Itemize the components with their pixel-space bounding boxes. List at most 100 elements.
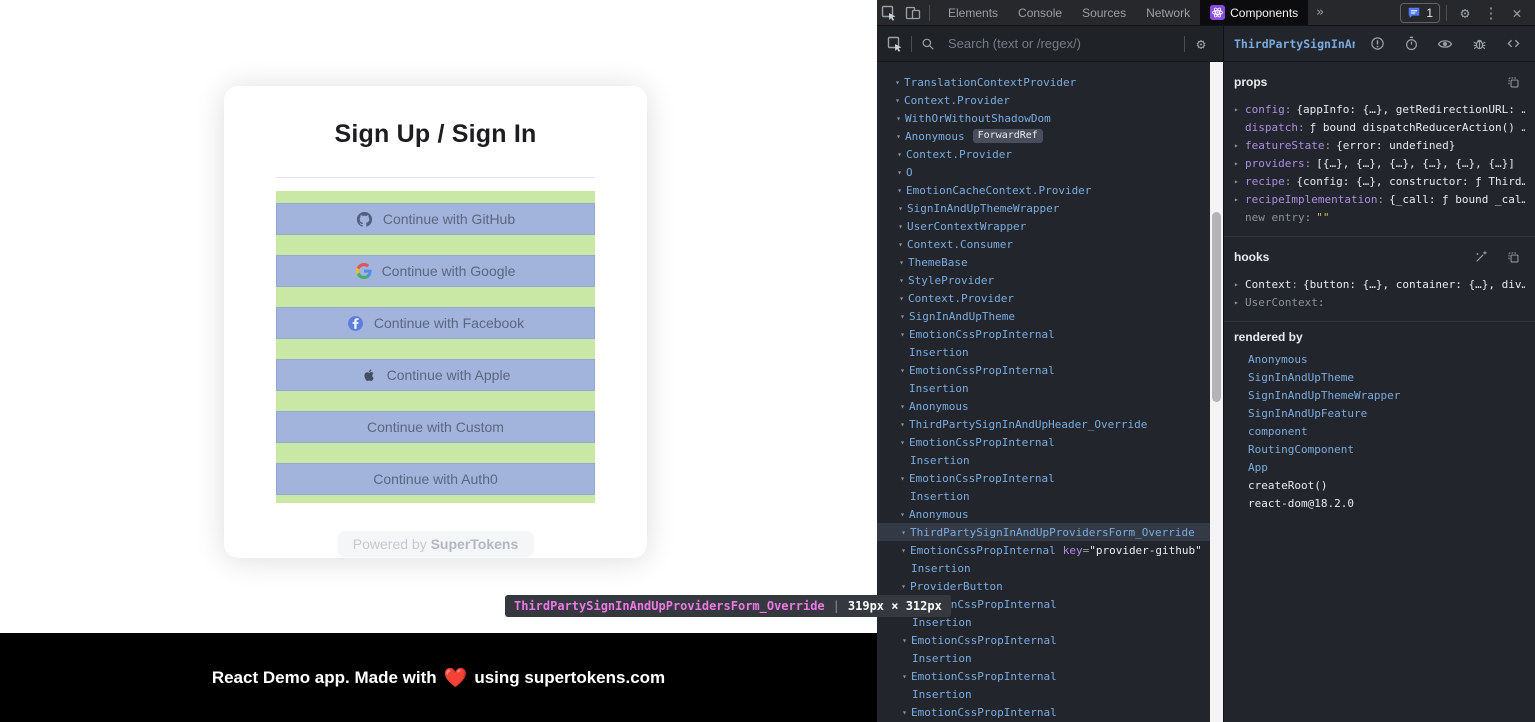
prop-row[interactable]: ▸recipeImplementation:{_call: ƒ bound _c… — [1234, 190, 1525, 208]
rendered-by-label[interactable]: SignInAndUpThemeWrapper — [1248, 389, 1400, 402]
tree-item[interactable]: ▾SignInAndUpTheme — [877, 307, 1223, 325]
expand-arrow[interactable]: ▾ — [896, 510, 909, 519]
tree-item[interactable]: Insertion — [877, 343, 1223, 361]
expand-arrow[interactable]: ▾ — [893, 150, 906, 159]
tree-scrollbar[interactable] — [1210, 62, 1223, 722]
expand-arrow[interactable]: ▸ — [1234, 298, 1245, 307]
close-devtools-icon[interactable]: ✕ — [1505, 1, 1529, 25]
tree-item[interactable]: ▾TranslationContextProvider — [877, 73, 1223, 91]
view-source-icon[interactable] — [1501, 32, 1525, 56]
tree-item[interactable]: ▾ThirdPartySignInAndUpHeader_Override — [877, 415, 1223, 433]
tab-elements[interactable]: Elements — [938, 0, 1008, 25]
more-tabs-chevron[interactable]: » — [1308, 5, 1332, 20]
continue-with-auth0-button[interactable]: Continue with Auth0 — [276, 463, 595, 495]
tree-item[interactable]: ▾Context.Provider — [877, 145, 1223, 163]
expand-arrow[interactable]: ▾ — [893, 186, 906, 195]
tree-item[interactable]: ▾SignInAndUpThemeWrapper — [877, 199, 1223, 217]
tree-item[interactable]: ▾EmotionCssPropInternal — [877, 631, 1223, 649]
tree-item[interactable]: ▾AnonymousForwardRef — [877, 127, 1223, 145]
expand-arrow[interactable]: ▾ — [895, 258, 908, 267]
tree-item[interactable]: ▾StyleProvider — [877, 271, 1223, 289]
continue-with-github-button[interactable]: Continue with GitHub — [276, 203, 595, 235]
rendered-by-item[interactable]: Anonymous — [1234, 350, 1525, 368]
expand-arrow[interactable]: ▾ — [891, 96, 904, 105]
prop-row[interactable]: dispatch:ƒ bound dispatchReducerAction()… — [1234, 118, 1525, 136]
tree-item[interactable]: ▾EmotionCssPropInternal — [877, 433, 1223, 451]
expand-arrow[interactable]: ▾ — [895, 294, 908, 303]
settings-gear-icon[interactable]: ⚙ — [1453, 1, 1477, 25]
continue-with-facebook-button[interactable]: Continue with Facebook — [276, 307, 595, 339]
expand-arrow[interactable]: ▾ — [896, 420, 909, 429]
kebab-menu-icon[interactable]: ⋮ — [1479, 1, 1503, 25]
tree-item[interactable]: ▾UserContextWrapper — [877, 217, 1223, 235]
expand-arrow[interactable]: ▸ — [1234, 105, 1245, 114]
expand-arrow[interactable]: ▾ — [894, 240, 907, 249]
feedback-badge[interactable]: 1 — [1400, 3, 1440, 23]
rendered-by-item[interactable]: RoutingComponent — [1234, 440, 1525, 458]
rendered-by-item[interactable]: App — [1234, 458, 1525, 476]
inspect-element-icon[interactable] — [877, 1, 901, 25]
tree-item[interactable]: Insertion — [877, 559, 1223, 577]
expand-arrow[interactable]: ▾ — [896, 312, 909, 321]
expand-arrow[interactable]: ▾ — [894, 204, 907, 213]
prop-row[interactable]: ▸recipe:{config: {…}, constructor: ƒ Thi… — [1234, 172, 1525, 190]
tab-network[interactable]: Network — [1136, 0, 1200, 25]
expand-arrow[interactable]: ▾ — [897, 528, 910, 537]
expand-arrow[interactable]: ▾ — [898, 672, 911, 681]
expand-arrow[interactable]: ▸ — [1234, 177, 1245, 186]
continue-with-apple-button[interactable]: Continue with Apple — [276, 359, 595, 391]
prop-row[interactable]: ▸config:{appInfo: {…}, getRedirectionURL… — [1234, 100, 1525, 118]
tree-item[interactable]: ▾EmotionCssPropInternal — [877, 703, 1223, 721]
tree-item[interactable]: Insertion — [877, 451, 1223, 469]
continue-with-custom-button[interactable]: Continue with Custom — [276, 411, 595, 443]
suspense-timer-icon[interactable] — [1399, 32, 1423, 56]
tree-item[interactable]: ▾ProviderButton — [877, 577, 1223, 595]
expand-arrow[interactable]: ▾ — [896, 474, 909, 483]
expand-arrow[interactable]: ▾ — [898, 708, 911, 717]
log-bug-icon[interactable] — [1467, 32, 1491, 56]
inspect-dom-eye-icon[interactable] — [1433, 32, 1457, 56]
tree-item[interactable]: ▾EmotionCssPropInternal — [877, 325, 1223, 343]
expand-arrow[interactable]: ▾ — [893, 168, 906, 177]
prop-row[interactable]: new entry:"" — [1234, 208, 1525, 226]
expand-arrow[interactable]: ▾ — [892, 114, 905, 123]
rendered-by-label[interactable]: RoutingComponent — [1248, 443, 1354, 456]
tree-item[interactable]: ▾Context.Provider — [877, 289, 1223, 307]
expand-arrow[interactable]: ▸ — [1234, 195, 1245, 204]
expand-arrow[interactable]: ▸ — [1234, 159, 1245, 168]
rendered-by-item[interactable]: SignInAndUpFeature — [1234, 404, 1525, 422]
search-input[interactable] — [948, 36, 1180, 51]
tree-item[interactable]: ▾Context.Consumer — [877, 235, 1223, 253]
rendered-by-label[interactable]: Anonymous — [1248, 353, 1308, 366]
expand-arrow[interactable]: ▾ — [892, 132, 905, 141]
expand-arrow[interactable]: ▾ — [898, 636, 911, 645]
expand-arrow[interactable]: ▸ — [1234, 280, 1245, 289]
tree-item[interactable]: ▾ThirdPartySignInAndUpProvidersForm_Over… — [877, 523, 1223, 541]
expand-arrow[interactable]: ▾ — [897, 546, 910, 555]
rendered-by-item[interactable]: SignInAndUpTheme — [1234, 368, 1525, 386]
pick-component-icon[interactable] — [883, 32, 907, 56]
tree-item[interactable]: Insertion — [877, 379, 1223, 397]
tree-item[interactable]: ▾WithOrWithoutShadowDom — [877, 109, 1223, 127]
rendered-by-label[interactable]: SignInAndUpFeature — [1248, 407, 1367, 420]
rendered-by-item[interactable]: component — [1234, 422, 1525, 440]
tree-item[interactable]: Insertion — [877, 685, 1223, 703]
expand-arrow[interactable]: ▾ — [895, 276, 908, 285]
tab-components[interactable]: Components — [1200, 0, 1308, 25]
tree-item[interactable]: ▾EmotionCssPropInternal — [877, 667, 1223, 685]
tree-settings-gear-icon[interactable]: ⚙ — [1189, 32, 1213, 56]
tree-item[interactable]: ▾O — [877, 163, 1223, 181]
scrollbar-thumb[interactable] — [1212, 212, 1221, 402]
expand-arrow[interactable]: ▾ — [896, 366, 909, 375]
expand-arrow[interactable]: ▾ — [896, 330, 909, 339]
expand-arrow[interactable]: ▾ — [891, 78, 904, 87]
expand-arrow[interactable]: ▾ — [896, 402, 909, 411]
copy-hooks-icon[interactable] — [1501, 245, 1525, 269]
continue-with-google-button[interactable]: Continue with Google — [276, 255, 595, 287]
expand-arrow[interactable]: ▸ — [1234, 141, 1245, 150]
tree-item[interactable]: ▾EmotionCssPropInternal — [877, 361, 1223, 379]
tree-item[interactable]: ▾Anonymous — [877, 505, 1223, 523]
tab-console[interactable]: Console — [1008, 0, 1072, 25]
tree-item[interactable]: ▾EmotionCssPropInternalkey="provider-git… — [877, 541, 1223, 559]
tree-item[interactable]: ▾EmotionCacheContext.Provider — [877, 181, 1223, 199]
